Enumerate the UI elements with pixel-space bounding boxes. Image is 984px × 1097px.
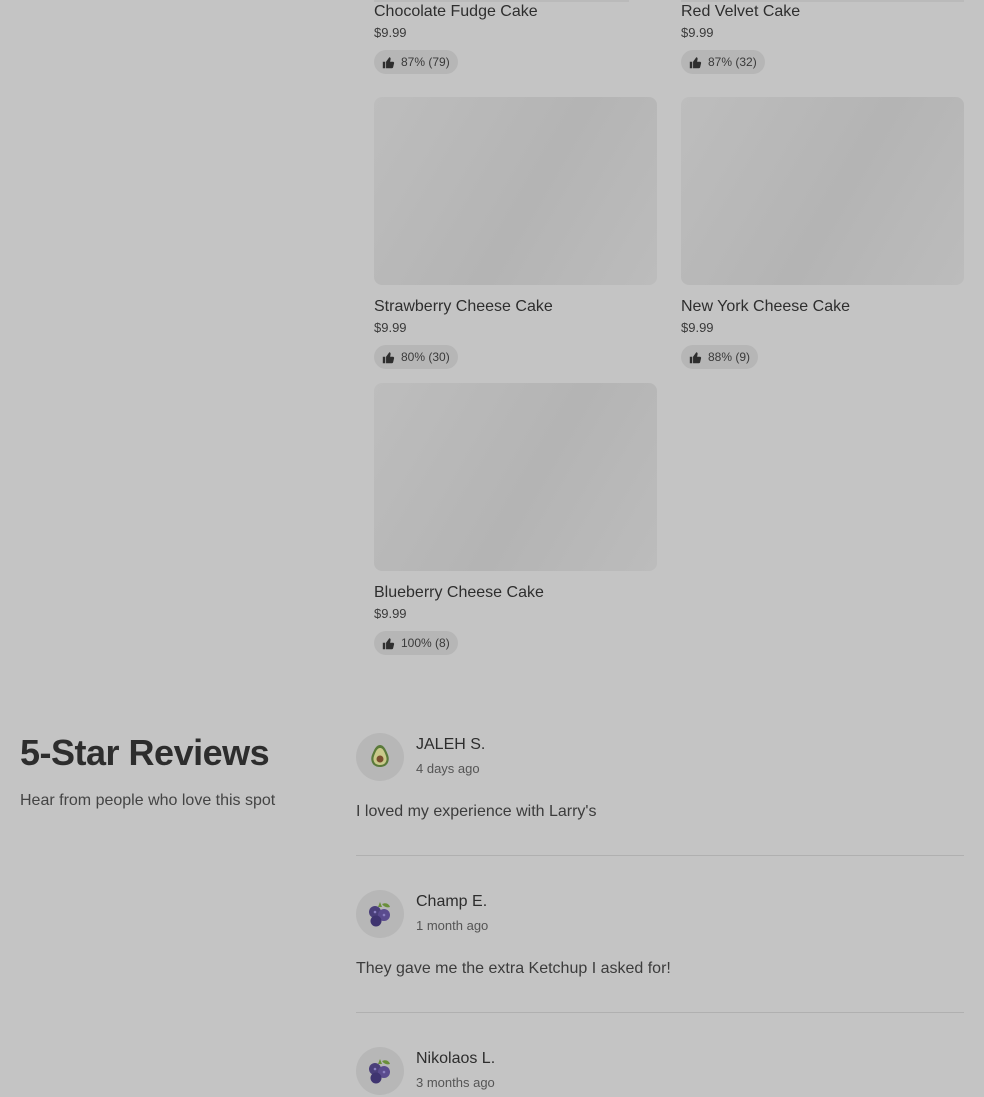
reviews-title: 5-Star Reviews [20, 732, 270, 773]
review-time: 1 month ago [416, 918, 489, 933]
review-text: They gave me the extra Ketchup I asked f… [356, 960, 671, 977]
review-author[interactable]: Nikolaos L. [416, 1049, 495, 1069]
menu-item-name: Red Velvet Cake [681, 3, 801, 20]
avatar [356, 733, 404, 781]
review-time: 4 days ago [416, 761, 480, 776]
menu-item-price: $9.99 [374, 606, 407, 621]
avatar [356, 1047, 404, 1095]
menu-item-image [681, 97, 964, 285]
review-author[interactable]: Champ E. [416, 892, 488, 912]
menu-item-price: $9.99 [681, 320, 714, 335]
avatar [356, 890, 404, 938]
divider [356, 855, 964, 856]
review-text: I loved my experience with Larry's [356, 803, 597, 820]
menu-item-name: New York Cheese Cake [681, 298, 850, 315]
thumbs-up-icon [689, 56, 702, 68]
menu-item-price: $9.99 [374, 320, 407, 335]
menu-item-card[interactable]: Chocolate Fudge Cake $9.99 87% (79) [374, 2, 657, 74]
menu-item-price: $9.99 [374, 25, 407, 40]
rating-badge: 80% (30) [374, 345, 458, 369]
thumbs-up-icon [382, 637, 395, 649]
avocado-icon [371, 745, 389, 767]
menu-item-name: Chocolate Fudge Cake [374, 3, 538, 20]
thumbs-up-icon [382, 351, 395, 363]
menu-item-card[interactable]: Blueberry Cheese Cake $9.99 100% (8) [374, 383, 657, 655]
rating-badge: 87% (32) [681, 50, 765, 74]
reviews-subtitle: Hear from people who love this spot [20, 792, 276, 809]
rating-text: 88% (9) [708, 350, 751, 364]
menu-item-name: Strawberry Cheese Cake [374, 298, 553, 315]
thumbs-up-icon [382, 56, 395, 68]
review-author-block: Nikolaos L. 3 months ago [416, 1049, 495, 1090]
review-author-block: JALEH S. 4 days ago [416, 735, 485, 776]
rating-text: 80% (30) [401, 350, 450, 364]
review-author[interactable]: JALEH S. [416, 735, 485, 755]
divider [356, 1012, 964, 1013]
reviews-section-header: 5-Star Reviews Hear from people who love… [20, 732, 340, 810]
thumbs-up-icon [689, 351, 702, 363]
review-author-block: Champ E. 1 month ago [416, 892, 488, 933]
rating-badge: 100% (8) [374, 631, 458, 655]
menu-item-card[interactable]: Strawberry Cheese Cake $9.99 80% (30) [374, 97, 657, 369]
menu-item-name: Blueberry Cheese Cake [374, 584, 544, 601]
rating-text: 100% (8) [401, 636, 450, 650]
menu-item-price: $9.99 [681, 25, 714, 40]
rating-badge: 88% (9) [681, 345, 759, 369]
menu-item-card[interactable]: Red Velvet Cake $9.99 87% (32) [681, 2, 964, 74]
blueberry-icon [369, 1059, 390, 1084]
rating-badge: 87% (79) [374, 50, 458, 74]
menu-item-image [374, 97, 657, 285]
menu-item-card[interactable]: New York Cheese Cake $9.99 88% (9) [681, 97, 964, 369]
blueberry-icon [369, 902, 390, 927]
review-time: 3 months ago [416, 1075, 495, 1090]
rating-text: 87% (79) [401, 55, 450, 69]
rating-text: 87% (32) [708, 55, 757, 69]
menu-item-image [374, 383, 657, 571]
